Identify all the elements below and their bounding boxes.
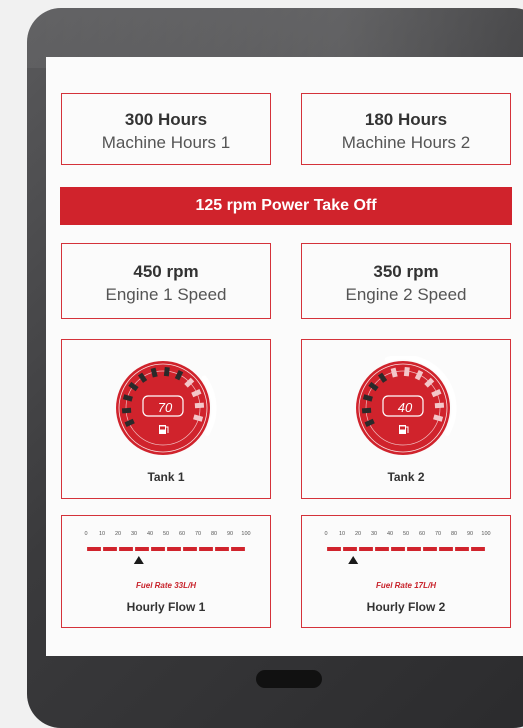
gauge-tick xyxy=(364,418,375,427)
flow-scale-label: 20 xyxy=(115,531,121,537)
fuel-rate-2: Fuel Rate 17L/H xyxy=(375,581,436,590)
flow-scale-label: 90 xyxy=(227,531,233,537)
gauge-tick xyxy=(434,402,445,409)
engine-1-speed-card[interactable]: 450 rpm Engine 1 Speed xyxy=(61,243,271,319)
flow-bar-segment xyxy=(215,547,229,551)
flow-scale-label: 60 xyxy=(179,531,185,537)
engine-2-speed-value: 350 rpm xyxy=(373,262,439,281)
flow-bar-segment xyxy=(391,547,405,551)
flow-bar-segment xyxy=(407,547,421,551)
gauge-tick xyxy=(163,366,170,377)
flow-scale-label: 90 xyxy=(467,531,473,537)
flow-marker-icon xyxy=(348,556,359,564)
tank-2-card[interactable]: 40 Tank 2 xyxy=(301,339,511,499)
flow-bar-segment xyxy=(167,547,181,551)
gauge-tick xyxy=(194,402,205,409)
flow-bar-segment xyxy=(359,547,373,551)
flow-scale-label: 10 xyxy=(99,531,105,537)
flow-bar-segment xyxy=(103,547,117,551)
hourly-flow-1-meter: 0 10 20 30 40 50 60 70 80 90 100 xyxy=(84,531,251,564)
flow-scale-label: 40 xyxy=(147,531,153,537)
flow-scale-label: 50 xyxy=(403,531,409,537)
engine-1-speed-label: Engine 1 Speed xyxy=(105,285,227,304)
flow-scale-label: 30 xyxy=(371,531,377,537)
gauge-tick xyxy=(121,407,132,414)
flow-scale-label: 40 xyxy=(387,531,393,537)
flow-scale-label: 0 xyxy=(84,531,87,537)
gauge-tick xyxy=(174,370,184,381)
flow-bar-segment xyxy=(119,547,133,551)
flow-bar-segment xyxy=(423,547,437,551)
flow-bar-segment xyxy=(231,547,245,551)
gauge-tick xyxy=(362,394,373,402)
gauge-tick xyxy=(361,407,372,414)
tank-2-gauge: 40 xyxy=(356,356,457,455)
flow-scale-label: 30 xyxy=(131,531,137,537)
flow-scale-label: 80 xyxy=(211,531,217,537)
gauge-tick xyxy=(414,370,424,381)
flow-bar-segment xyxy=(135,547,149,551)
flow-bar-segment xyxy=(343,547,357,551)
gauge-tick xyxy=(431,389,442,398)
flow-bar-segment xyxy=(183,547,197,551)
gauge-tick xyxy=(150,367,158,378)
flow-scale-label: 0 xyxy=(324,531,327,537)
tank-2-label: Tank 2 xyxy=(387,470,425,484)
flow-bar-segment xyxy=(455,547,469,551)
flow-marker-icon xyxy=(133,556,144,564)
gauge-tick xyxy=(193,414,204,422)
flow-bar-segment xyxy=(199,547,213,551)
gauge-reading: 40 xyxy=(398,400,413,415)
flow-scale-label: 60 xyxy=(419,531,425,537)
machine-hours-1-card[interactable]: 300 Hours Machine Hours 1 xyxy=(61,93,271,165)
tank-1-label: Tank 1 xyxy=(147,470,185,484)
machine-hours-2-card[interactable]: 180 Hours Machine Hours 2 xyxy=(301,93,511,165)
flow-bar-segment xyxy=(375,547,389,551)
gauge-tick xyxy=(390,367,398,378)
gauge-tick xyxy=(433,414,444,422)
engine-1-speed-value: 450 rpm xyxy=(133,262,199,281)
gauge-reading: 70 xyxy=(158,400,173,415)
machine-hours-1-label: Machine Hours 1 xyxy=(101,133,231,152)
machine-hours-2-value: 180 Hours xyxy=(364,110,448,129)
flow-scale-label: 20 xyxy=(355,531,361,537)
flow-scale-label: 70 xyxy=(195,531,201,537)
fuel-rate-1: Fuel Rate 33L/H xyxy=(135,581,196,590)
engine-2-speed-label: Engine 2 Speed xyxy=(345,285,467,304)
home-button[interactable] xyxy=(256,670,322,688)
flow-scale-label: 50 xyxy=(163,531,169,537)
flow-scale-label: 100 xyxy=(481,531,490,537)
machine-hours-2-label: Machine Hours 2 xyxy=(341,133,471,152)
flow-scale-label: 10 xyxy=(339,531,345,537)
gauge-tick xyxy=(124,418,135,427)
gauge-tick xyxy=(191,389,202,398)
hourly-flow-2-meter: 0 10 20 30 40 50 60 70 80 90 100 xyxy=(324,531,491,564)
flow-bar-segment xyxy=(151,547,165,551)
gauge-tick xyxy=(122,394,133,402)
hourly-flow-1-card[interactable]: 0 10 20 30 40 50 60 70 80 90 100 Fuel Rate 33L/H H… xyxy=(61,515,271,628)
flow-bar-segment xyxy=(471,547,485,551)
flow-bar-segment xyxy=(327,547,341,551)
machine-hours-1-value: 300 Hours xyxy=(124,110,208,129)
flow-bar-segment xyxy=(87,547,101,551)
tank-1-gauge: 70 xyxy=(116,361,217,455)
gauge-tick xyxy=(403,366,410,377)
flow-scale-label: 100 xyxy=(241,531,250,537)
hourly-flow-1-label: Hourly Flow 1 xyxy=(126,600,206,614)
power-take-off-banner: 125 rpm Power Take Off xyxy=(60,187,512,225)
flow-bar-segment xyxy=(439,547,453,551)
flow-scale-label: 80 xyxy=(451,531,457,537)
flow-scale-label: 70 xyxy=(435,531,441,537)
engine-2-speed-card[interactable]: 350 rpm Engine 2 Speed xyxy=(301,243,511,319)
hourly-flow-2-card[interactable]: 0 10 20 30 40 50 60 70 80 90 100 Fuel Rate 17L/H H… xyxy=(301,515,511,628)
hourly-flow-2-label: Hourly Flow 2 xyxy=(366,600,446,614)
tank-1-card[interactable]: 70 Tank 1 xyxy=(61,339,271,499)
